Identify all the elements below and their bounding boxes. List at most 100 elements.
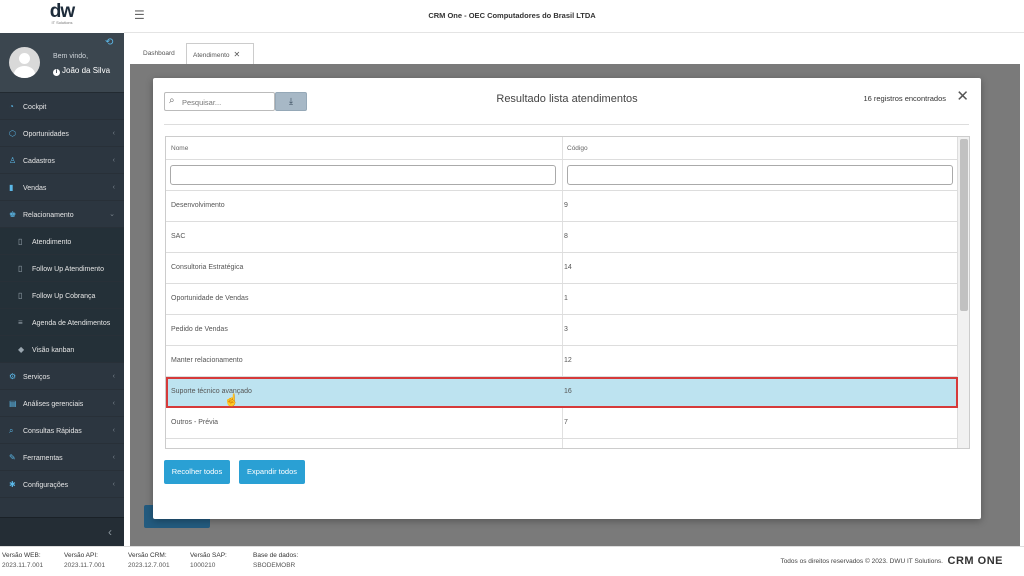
sidebar-item-label: Follow Up Atendimento [32, 266, 104, 273]
vertical-scrollbar[interactable] [957, 137, 969, 448]
close-modal-icon[interactable]: ✕ [956, 89, 969, 104]
table-row[interactable]: Suporte técnico avançado 16 ☝ [166, 377, 958, 408]
hand-cursor-icon: ☝ [224, 393, 239, 407]
search-icon: ⌕ [9, 426, 14, 435]
name-filter-input[interactable] [170, 165, 556, 185]
table-row[interactable]: Oportunidade de Vendas 1 [166, 284, 958, 315]
chevron-icon: ⌄ [109, 211, 115, 218]
sidebar-item-label: Agenda de Atendimentos [32, 320, 111, 327]
close-tab-icon[interactable]: ✕ [234, 50, 241, 59]
version-info: Base de dados: SBODEMOBR [253, 551, 298, 571]
sidebar-item-consultas-r-pidas[interactable]: ⌕ Consultas Rápidas ‹ [0, 417, 124, 444]
version-info: Versão CRM: 2023.12.7.001 [128, 551, 170, 571]
sidebar-item-follow-up-atendimento[interactable]: ▯ Follow Up Atendimento [0, 255, 124, 282]
cell-name: SAC [171, 233, 186, 240]
chevron-icon: ‹ [112, 184, 115, 191]
chevron-icon: ‹ [112, 157, 115, 164]
tab-dashboard[interactable]: Dashboard [137, 43, 182, 65]
divider [164, 124, 969, 125]
sidebar-item-label: Follow Up Cobrança [32, 293, 96, 300]
copyright: Todos os direitos reservados © 2023. DWU… [780, 558, 943, 565]
table-row[interactable]: Manter relacionamento 12 [166, 346, 958, 377]
chevron-icon: ‹ [112, 373, 115, 380]
column-header-name[interactable]: Nome [171, 145, 188, 152]
user-icon: ♙ [9, 156, 17, 165]
version-label: Versão API: [64, 552, 98, 559]
column-header-code[interactable]: Código [567, 145, 588, 152]
sidebar-item-relacionamento[interactable]: ♚ Relacionamento ⌄ [0, 201, 124, 228]
sidebar-item-label: Análises gerenciais [23, 401, 84, 408]
version-info: Versão SAP: 1000210 [190, 551, 227, 571]
version-info: Versão WEB: 2023.11.7.001 [2, 551, 43, 571]
grid-header: Nome Código [166, 137, 958, 160]
sidebar-nav: ◔ Cockpit ⬡ Oportunidades ‹ ♙ Cadastros ‹ ▮ Venda… [0, 93, 124, 498]
version-label: Versão SAP: [190, 552, 227, 559]
username-label: João da Silva [62, 66, 111, 75]
chart-icon: ▮ [9, 183, 14, 192]
gear-icon: ⚙ [9, 372, 17, 381]
app-title: CRM One - OEC Computadores do Brasil LTD… [428, 11, 596, 20]
document-icon: ▯ [18, 237, 23, 246]
collapse-all-button[interactable]: Recolher todos [164, 460, 230, 484]
sidebar-item-label: Cockpit [23, 104, 47, 111]
cell-name: Oportunidade de Vendas [171, 295, 249, 302]
sidebar-item-follow-up-cobran-a[interactable]: ▯ Follow Up Cobrança [0, 282, 124, 309]
record-count: 16 registros encontrados [863, 94, 946, 103]
avatar[interactable] [9, 47, 40, 78]
dashboard-icon: ◔ [9, 102, 14, 111]
username[interactable]: i João da Silva [53, 66, 110, 76]
chevron-icon: ‹ [112, 481, 115, 488]
code-filter-input[interactable] [567, 165, 953, 185]
version-value: SBODEMOBR [253, 562, 296, 569]
sidebar-item-cadastros[interactable]: ♙ Cadastros ‹ [0, 147, 124, 174]
info-icon: i [53, 69, 60, 76]
top-bar: dw IT Solutions ☰ CRM One - OEC Computad… [0, 0, 1024, 33]
sidebar-item-an-lises-gerenciais[interactable]: ▤ Análises gerenciais ‹ [0, 390, 124, 417]
sidebar-item-vendas[interactable]: ▮ Vendas ‹ [0, 174, 124, 201]
sidebar-item-servi-os[interactable]: ⚙ Serviços ‹ [0, 363, 124, 390]
tab-atendimento[interactable]: Atendimento ✕ [186, 43, 254, 65]
sidebar-item-configura-es[interactable]: ✱ Configurações ‹ [0, 471, 124, 498]
cell-code: 8 [564, 233, 568, 240]
sidebar-footer: ‹ [0, 517, 124, 546]
cell-code: 16 [564, 388, 572, 395]
cell-code: 14 [564, 264, 572, 271]
sidebar-item-cockpit[interactable]: ◔ Cockpit [0, 93, 124, 120]
sidebar-item-ferramentas[interactable]: ✎ Ferramentas ‹ [0, 444, 124, 471]
version-value: 1000210 [190, 562, 216, 569]
version-info: Versão API: 2023.11.7.001 [64, 551, 105, 571]
collapse-sidebar-icon[interactable]: ‹ [108, 525, 112, 539]
table-row[interactable]: Outros - Prévia 7 [166, 408, 958, 439]
sidebar-item-label: Atendimento [32, 239, 72, 246]
sidebar-item-atendimento[interactable]: ▯ Atendimento [0, 228, 124, 255]
tab-label: Atendimento [193, 52, 230, 59]
table-row[interactable]: Pedido de Vendas 3 [166, 315, 958, 346]
cell-code: 1 [564, 295, 568, 302]
sidebar-item-label: Vendas [23, 185, 47, 192]
version-label: Base de dados: [253, 552, 299, 559]
version-value: 2023.12.7.001 [128, 562, 170, 569]
table-row[interactable]: Consultoria Estratégica 14 [166, 253, 958, 284]
table-row[interactable]: SAC 8 [166, 222, 958, 253]
cell-code: 9 [564, 202, 568, 209]
scrollbar-thumb[interactable] [960, 139, 968, 311]
sidebar-item-label: Ferramentas [23, 455, 63, 462]
chevron-icon: ‹ [112, 400, 115, 407]
results-grid: Nome Código Desenvolvimento 9 SAC 8 Consulto… [165, 136, 970, 449]
sidebar-item-agenda-de-atendimentos[interactable]: ≡ Agenda de Atendimentos [0, 309, 124, 336]
tab-label: Dashboard [143, 50, 175, 57]
expand-all-button[interactable]: Expandir todos [239, 460, 305, 484]
crm-one-logo: CRM ONE [947, 555, 1003, 567]
people-icon: ♚ [9, 210, 17, 219]
grid-body: Nome Código Desenvolvimento 9 SAC 8 Consulto… [166, 137, 958, 439]
sidebar-item-label: Configurações [23, 482, 69, 489]
sidebar-item-oportunidades[interactable]: ⬡ Oportunidades ‹ [0, 120, 124, 147]
welcome-text: Bem vindo, [53, 53, 89, 60]
sidebar-item-vis-o-kanban[interactable]: ◆ Visão kanban [0, 336, 124, 363]
cell-name: Suporte técnico avançado [171, 388, 252, 395]
table-row[interactable]: Desenvolvimento 9 [166, 191, 958, 222]
sidebar-item-label: Visão kanban [32, 347, 75, 354]
refresh-icon[interactable]: ⟲ [105, 37, 113, 48]
cell-code: 12 [564, 357, 572, 364]
chevron-icon: ‹ [112, 454, 115, 461]
